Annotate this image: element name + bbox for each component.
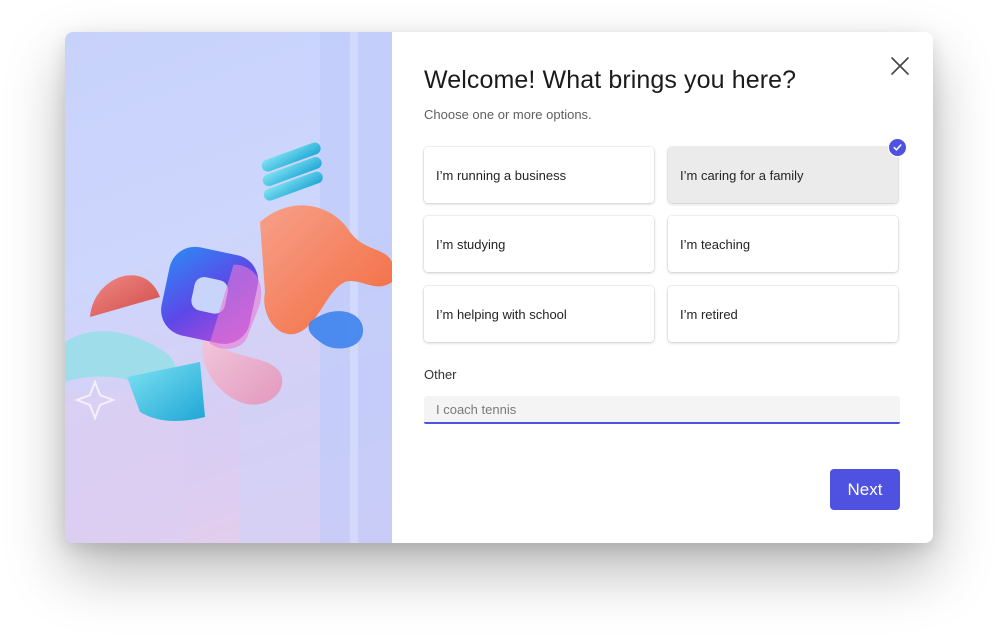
option-helping-school[interactable]: I’m helping with school	[424, 286, 654, 342]
option-caring-family[interactable]: I’m caring for a family	[668, 138, 907, 203]
option-studying[interactable]: I’m studying	[424, 216, 654, 272]
copilot-logo-illustration	[65, 32, 392, 543]
option-label: I’m helping with school	[436, 306, 567, 322]
other-label: Other	[424, 367, 457, 382]
option-retired[interactable]: I’m retired	[668, 286, 898, 342]
dialog-subtitle: Choose one or more options.	[424, 107, 592, 122]
dialog-title: Welcome! What brings you here?	[424, 66, 797, 94]
option-label: I’m running a business	[436, 167, 567, 183]
hero-illustration	[65, 32, 392, 543]
welcome-dialog: Welcome! What brings you here? Choose on…	[65, 32, 933, 543]
dialog-content: Welcome! What brings you here? Choose on…	[392, 32, 933, 543]
option-label: I’m retired	[680, 306, 738, 322]
option-label: I’m teaching	[680, 236, 751, 252]
other-input[interactable]	[424, 396, 900, 424]
checkmark-icon	[888, 138, 907, 157]
close-button[interactable]	[886, 52, 914, 80]
option-teaching[interactable]: I’m teaching	[668, 216, 898, 272]
next-button[interactable]: Next	[830, 469, 900, 510]
close-icon	[891, 57, 909, 75]
option-running-business[interactable]: I’m running a business	[424, 147, 654, 203]
option-label: I’m studying	[436, 236, 506, 252]
option-label: I’m caring for a family	[680, 167, 804, 183]
